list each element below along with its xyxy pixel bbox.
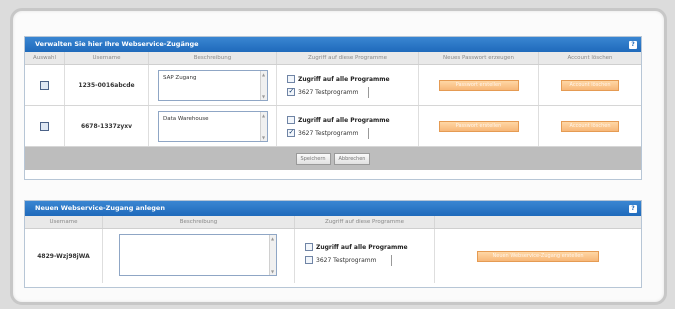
- col-header: Zugriff auf diese Programme: [277, 52, 419, 64]
- col-header: Beschreibung: [149, 52, 277, 64]
- description-textarea[interactable]: ▲ ▼: [119, 234, 277, 276]
- generate-password-button[interactable]: Passwort erstellen: [438, 120, 519, 132]
- panel-title: Neuen Webservice-Zugang anlegen: [35, 204, 165, 212]
- program-label: 3627 Testprogramm: [298, 129, 359, 137]
- all-programs-label: Zugriff auf alle Programme: [316, 243, 408, 251]
- description-text: SAP Zugang: [163, 75, 197, 81]
- username-text: 1235-0016abcde: [78, 81, 135, 89]
- username-text: 6678-1337zyxv: [80, 122, 133, 130]
- delete-account-button[interactable]: Account löschen: [561, 79, 619, 91]
- program-label: 3627 Testprogramm: [298, 88, 359, 96]
- textarea-scrollbar[interactable]: ▲ ▼: [269, 235, 276, 275]
- description-text: Data Warehouse: [163, 116, 209, 122]
- create-access-button[interactable]: Neuen Webservice-Zugang erstellen: [477, 250, 599, 262]
- col-header: Neues Passwort erzeugen: [419, 52, 539, 64]
- delete-account-button[interactable]: Account löschen: [561, 120, 619, 132]
- program-checkbox[interactable]: [287, 87, 295, 96]
- all-programs-checkbox[interactable]: [287, 75, 295, 83]
- col-header: [435, 216, 641, 228]
- table-header: Auswahl Username Beschreibung Zugriff au…: [25, 52, 641, 65]
- select-checkbox[interactable]: [40, 121, 49, 131]
- col-header: Username: [25, 216, 103, 228]
- program-checkbox[interactable]: [287, 128, 295, 137]
- col-header: Account löschen: [567, 55, 613, 61]
- col-header: Beschreibung: [103, 216, 295, 228]
- new-entry-row: 4829-Wzj98jWA ▲ ▼ Zugriff auf alle Progra…: [25, 229, 641, 283]
- col-header: Username: [65, 52, 149, 64]
- table-row: 1235-0016abcde SAP Zugang ▲ ▼ Zugriff auf…: [25, 65, 641, 106]
- description-textarea[interactable]: Data Warehouse ▲ ▼: [158, 111, 268, 142]
- table-row: 6678-1337zyxv Data Warehouse ▲ ▼ Zugriff …: [25, 106, 641, 147]
- save-button[interactable]: Speichern: [295, 152, 331, 165]
- program-checkbox[interactable]: [305, 256, 313, 264]
- program-label: 3627 Testprogramm: [316, 256, 377, 264]
- new-access-panel: Neuen Webservice-Zugang anlegen ? Userna…: [24, 200, 642, 288]
- manage-access-panel: Verwalten Sie hier Ihre Webservice-Zugän…: [24, 36, 642, 180]
- help-icon[interactable]: ?: [629, 205, 637, 213]
- col-header: Auswahl: [25, 52, 65, 64]
- panel-header: Neuen Webservice-Zugang anlegen ?: [25, 201, 641, 216]
- generate-password-button[interactable]: Passwort erstellen: [438, 79, 519, 91]
- all-programs-checkbox[interactable]: [305, 243, 313, 251]
- username-text: 4829-Wzj98jWA: [37, 252, 90, 260]
- textarea-scrollbar[interactable]: ▲ ▼: [260, 71, 267, 100]
- select-checkbox[interactable]: [40, 80, 49, 90]
- all-programs-checkbox[interactable]: [287, 116, 295, 124]
- panel-header: Verwalten Sie hier Ihre Webservice-Zugän…: [25, 37, 641, 52]
- all-programs-label: Zugriff auf alle Programme: [298, 116, 390, 124]
- description-textarea[interactable]: SAP Zugang ▲ ▼: [158, 70, 268, 101]
- table-header: Username Beschreibung Zugriff auf diese …: [25, 216, 641, 229]
- panel-title: Verwalten Sie hier Ihre Webservice-Zugän…: [35, 40, 199, 48]
- help-icon[interactable]: ?: [629, 41, 637, 49]
- col-header: Zugriff auf diese Programme: [295, 216, 435, 228]
- all-programs-label: Zugriff auf alle Programme: [298, 75, 390, 83]
- action-bar: Speichern Abbrechen: [25, 147, 641, 170]
- textarea-scrollbar[interactable]: ▲ ▼: [260, 112, 267, 141]
- cancel-button[interactable]: Abbrechen: [333, 152, 371, 165]
